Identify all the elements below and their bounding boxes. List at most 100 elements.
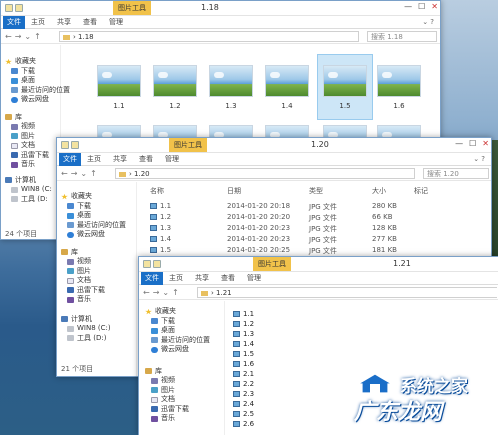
tab-file[interactable]: 文件 [59,153,81,166]
sidebar-item-libraries[interactable]: 库 [145,367,224,377]
thumbnail-label[interactable]: 1.1 [97,102,141,110]
list-item[interactable]: 1.2 [233,319,254,329]
column-header-date[interactable]: 日期 [227,186,241,196]
sidebar-item-pictures[interactable]: 图片 [61,267,136,277]
tab-view[interactable]: 查看 [139,153,153,166]
up-icon[interactable]: ↑ [172,288,179,297]
column-header-name[interactable]: 名称 [150,186,164,196]
title-bar[interactable]: 图片工具 1.21 [139,257,498,272]
save-icon[interactable] [61,141,69,149]
sidebar-item-weiyun[interactable]: 微云网盘 [61,230,136,240]
sidebar-item-favorites[interactable]: 收藏夹 [61,192,136,202]
sidebar-item-videos[interactable]: 视频 [5,122,60,132]
close-icon[interactable]: ✕ [431,2,438,11]
minimize-icon[interactable]: — [455,139,463,148]
picture-tools-context-tab[interactable]: 图片工具 [169,138,207,152]
sidebar-item-thunder[interactable]: 迅雷下载 [61,286,136,296]
sidebar-item-recent[interactable]: 最近访问的位置 [145,336,224,346]
quick-access-toolbar[interactable] [143,260,161,268]
tab-file[interactable]: 文件 [3,16,25,29]
window-controls[interactable]: — ☐ ✕ [455,139,489,148]
image-thumbnail[interactable] [153,65,197,97]
sidebar-item-downloads[interactable]: 下载 [145,317,224,327]
picture-tools-context-tab[interactable]: 图片工具 [113,1,151,15]
list-item[interactable]: 1.4 [233,339,254,349]
recent-dropdown-icon[interactable]: ⌄ [80,169,87,178]
tab-home[interactable]: 主页 [169,272,183,285]
sidebar-item-downloads[interactable]: 下载 [61,202,136,212]
search-input[interactable]: 搜索 1.20 [423,168,489,179]
thumbnail-label[interactable]: 1.4 [265,102,309,110]
close-icon[interactable]: ✕ [482,139,489,148]
tab-view[interactable]: 查看 [83,16,97,29]
list-item[interactable]: 1.3 [233,329,254,339]
quick-access-toolbar[interactable] [61,141,79,149]
sidebar-item-desktop[interactable]: 桌面 [145,326,224,336]
list-item[interactable]: 2.6 [233,419,254,429]
navigation-pane[interactable]: 收藏夹 下载 桌面 最近访问的位置 微云网盘 库 视频 图片 文档 迅雷下载 音… [1,45,70,239]
thumbnail-label[interactable]: 1.5 [323,102,367,110]
sidebar-item-pictures[interactable]: 图片 [145,386,224,396]
tab-view[interactable]: 查看 [221,272,235,285]
navigation-pane[interactable]: 收藏夹 下载 桌面 最近访问的位置 微云网盘 库 视频 图片 文档 迅雷下载 音… [139,301,225,435]
sidebar-item-libraries[interactable]: 库 [61,248,136,258]
list-item[interactable]: 2.4 [233,399,254,409]
image-thumbnail-selected[interactable] [323,65,367,97]
back-icon[interactable]: ← [5,32,12,41]
sidebar-item-desktop[interactable]: 桌面 [5,76,60,86]
forward-icon[interactable]: → [71,169,78,178]
image-thumbnail[interactable] [97,65,141,97]
sidebar-item-libraries[interactable]: 库 [5,113,60,123]
sidebar-item-computer[interactable]: 计算机 [61,315,136,325]
navigation-pane[interactable]: 收藏夹 下载 桌面 最近访问的位置 微云网盘 库 视频 图片 文档 迅雷下载 音… [57,182,137,376]
thumbnail-label[interactable]: 1.3 [209,102,253,110]
title-bar[interactable]: 图片工具 1.20 — ☐ ✕ [57,138,491,153]
column-header-type[interactable]: 类型 [309,186,323,196]
sidebar-item-recent[interactable]: 最近访问的位置 [5,86,70,96]
sidebar-item-computer[interactable]: 计算机 [5,176,60,186]
sidebar-item-recent[interactable]: 最近访问的位置 [61,221,136,231]
address-bar[interactable]: › 1.21 [197,287,497,298]
sidebar-item-desktop[interactable]: 桌面 [61,211,136,221]
save-icon[interactable] [143,260,151,268]
sidebar-item-videos[interactable]: 视频 [145,376,224,386]
up-icon[interactable]: ↑ [34,32,41,41]
quick-access-toolbar[interactable] [5,4,23,12]
sidebar-item-weiyun[interactable]: 微云网盘 [5,95,60,105]
sidebar-item-music[interactable]: 音乐 [61,295,136,305]
sidebar-item-thunder[interactable]: 迅雷下载 [145,405,224,415]
tab-home[interactable]: 主页 [87,153,101,166]
forward-icon[interactable]: → [15,32,22,41]
tab-file[interactable]: 文件 [141,272,163,285]
maximize-icon[interactable]: ☐ [418,2,425,11]
title-bar[interactable]: 图片工具 1.18 — ☐ ✕ [1,1,440,16]
list-item[interactable]: 2.2 [233,379,254,389]
address-bar[interactable]: › 1.18 [59,31,359,42]
ribbon-expand-icon[interactable]: ⌄ ? [422,18,434,26]
list-item[interactable]: 2.5 [233,409,254,419]
tab-share[interactable]: 共享 [195,272,209,285]
sidebar-item-music[interactable]: 音乐 [5,160,60,170]
list-item[interactable]: 1.5 [233,349,254,359]
sidebar-item-documents[interactable]: 文档 [61,276,136,286]
sidebar-item-weiyun[interactable]: 微云网盘 [145,345,224,355]
sidebar-item-documents[interactable]: 文档 [145,395,224,405]
tab-manage[interactable]: 管理 [165,153,179,166]
sidebar-item-pictures[interactable]: 图片 [5,132,60,142]
tab-share[interactable]: 共享 [57,16,71,29]
recent-dropdown-icon[interactable]: ⌄ [162,288,169,297]
sidebar-item-documents[interactable]: 文档 [5,141,60,151]
list-item[interactable]: 1.1 [233,309,254,319]
back-icon[interactable]: ← [143,288,150,297]
tab-share[interactable]: 共享 [113,153,127,166]
sidebar-item-favorites[interactable]: 收藏夹 [145,307,224,317]
thumbnail-label[interactable]: 1.2 [153,102,197,110]
maximize-icon[interactable]: ☐ [469,139,476,148]
column-header-tags[interactable]: 标记 [414,186,428,196]
folder-icon[interactable] [71,141,79,149]
sidebar-item-favorites[interactable]: 收藏夹 [5,57,60,67]
image-thumbnail[interactable] [265,65,309,97]
thumbnail-label[interactable]: 1.6 [377,102,421,110]
image-thumbnail[interactable] [377,65,421,97]
ribbon-expand-icon[interactable]: ⌄ ? [473,155,485,163]
